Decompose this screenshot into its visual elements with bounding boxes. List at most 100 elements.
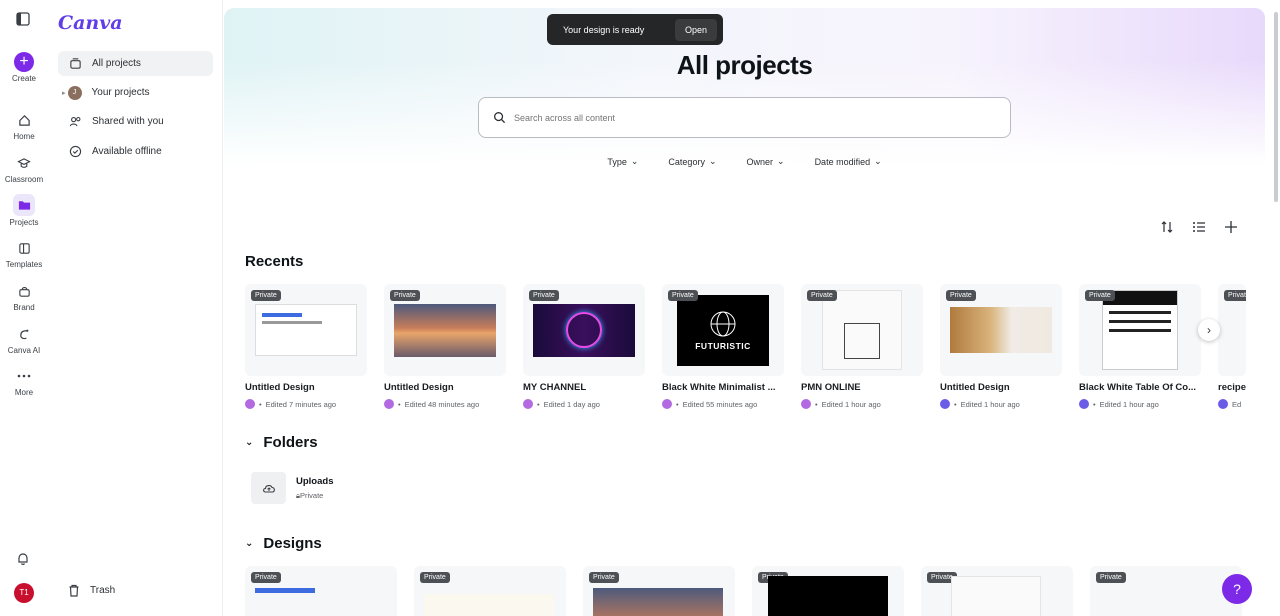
chevron-down-icon: ⌄	[630, 156, 639, 166]
recent-card[interactable]: Private FUTURISTIC Black White Minimalis…	[662, 284, 784, 409]
carousel-next-button[interactable]: ›	[1198, 319, 1220, 341]
owner-avatar	[1079, 399, 1089, 409]
trash-link[interactable]: Trash	[68, 584, 115, 597]
rail-templates[interactable]: Templates	[0, 238, 48, 269]
graduation-cap-icon	[14, 153, 34, 173]
scrollbar[interactable]	[1274, 12, 1278, 202]
more-dots-icon	[14, 366, 34, 386]
chevron-down-icon: ⌄	[777, 156, 785, 166]
sidebar-item-label: All projects	[92, 58, 141, 69]
recent-card[interactable]: Private PMN ONLINE • Edited 1 hour ago	[801, 284, 923, 409]
search-input[interactable]	[514, 112, 994, 123]
projects-sidebar: Canva All projects ▸ J Your projects Sha…	[48, 0, 223, 616]
sidebar-item-your-projects[interactable]: ▸ J Your projects	[58, 80, 213, 105]
card-title: Black White Table Of Co...	[1079, 382, 1197, 393]
caret-right-icon[interactable]: ▸	[62, 89, 66, 97]
help-button[interactable]: ?	[1222, 574, 1252, 604]
design-card[interactable]: Private	[414, 566, 566, 616]
card-title: Untitled Design	[245, 382, 315, 393]
stack-icon	[68, 57, 82, 71]
filter-date-modified[interactable]: Date modified ⌄	[805, 152, 892, 171]
owner-avatar	[801, 399, 811, 409]
chevron-down-icon: ⌄	[708, 156, 717, 166]
rail-canva-ai[interactable]: Canva AI	[0, 324, 48, 355]
sidebar-item-shared[interactable]: Shared with you	[58, 109, 213, 134]
rail-more[interactable]: More	[0, 366, 48, 397]
design-thumbnail: Private FUTURISTIC	[662, 284, 784, 376]
user-avatar[interactable]: T1	[14, 583, 34, 603]
toast-open-button[interactable]: Open	[674, 19, 717, 41]
rail-home-label: Home	[13, 132, 35, 141]
recent-card[interactable]: Private Untitled Design • Edited 48 minut…	[384, 284, 506, 409]
recent-card[interactable]: Private recipe Ed	[1218, 284, 1246, 409]
design-ready-toast: Your design is ready Open	[547, 14, 723, 45]
bell-icon[interactable]	[16, 552, 30, 571]
card-meta: Edited 1 hour ago	[1099, 399, 1159, 409]
private-badge: Private	[251, 290, 281, 301]
card-meta: Edited 1 hour ago	[821, 399, 881, 409]
sidebar-item-label: Your projects	[91, 87, 150, 98]
private-badge: Private	[1085, 290, 1115, 301]
filter-category[interactable]: Category ⌄	[658, 152, 726, 171]
brand-icon	[14, 281, 34, 301]
design-card[interactable]: Private	[921, 566, 1073, 616]
owner-avatar	[940, 399, 950, 409]
designs-list: Private Private Private Private Private …	[245, 566, 1242, 616]
view-tools	[1160, 220, 1238, 234]
design-thumbnail: Private	[245, 284, 367, 376]
rail-classroom[interactable]: Classroom	[0, 153, 48, 184]
sidebar-item-offline[interactable]: Available offline	[58, 139, 213, 164]
folders-heading[interactable]: ⌄ Folders	[245, 434, 318, 451]
filter-owner[interactable]: Owner ⌄	[737, 152, 795, 171]
rail-brand[interactable]: Brand	[0, 281, 48, 312]
owner-avatar	[523, 399, 533, 409]
private-badge: Private	[1096, 572, 1126, 583]
card-meta: Edited 7 minutes ago	[265, 399, 337, 409]
add-icon[interactable]	[1224, 220, 1238, 234]
chevron-down-icon: ⌄	[245, 437, 254, 448]
design-card[interactable]: Private	[583, 566, 735, 616]
canva-logo[interactable]: Canva	[58, 12, 123, 34]
design-card[interactable]: Private	[752, 566, 904, 616]
designs-heading[interactable]: ⌄ Designs	[245, 535, 322, 552]
chevron-right-icon: ›	[1207, 323, 1211, 337]
owner-avatar	[245, 399, 255, 409]
private-badge: Private	[420, 572, 450, 583]
card-meta: Edited 48 minutes ago	[404, 399, 480, 409]
search-box[interactable]	[478, 97, 1011, 138]
sort-icon[interactable]	[1160, 220, 1174, 234]
filter-type[interactable]: Type ⌄	[597, 152, 648, 171]
page-title: All projects	[676, 50, 813, 80]
rail-more-label: More	[14, 388, 34, 397]
design-card[interactable]: Private	[1090, 566, 1242, 616]
private-badge: Private	[589, 572, 619, 583]
private-badge: Private	[946, 290, 976, 301]
recent-card[interactable]: Private Black White Table Of Co... • Edit…	[1079, 284, 1201, 409]
recent-card[interactable]: Private Untitled Design • Edited 1 hour a…	[940, 284, 1062, 409]
recent-card[interactable]: Private MY CHANNEL • Edited 1 day ago	[523, 284, 645, 409]
design-card[interactable]: Private	[245, 566, 397, 616]
sidebar-item-label: Shared with you	[92, 116, 164, 127]
owner-avatar	[1218, 399, 1228, 409]
list-view-icon[interactable]	[1192, 220, 1206, 234]
card-title: MY CHANNEL	[523, 382, 587, 393]
rail-classroom-label: Classroom	[4, 175, 44, 184]
trash-icon	[68, 584, 80, 597]
plus-icon: +	[14, 52, 34, 72]
sidebar-toggle-icon[interactable]	[16, 12, 32, 28]
rail-home[interactable]: Home	[0, 110, 48, 141]
main-content: Your design is ready Open All projects T…	[224, 0, 1280, 616]
card-meta: Edited 1 day ago	[543, 399, 600, 409]
folder-name: Uploads	[296, 475, 334, 487]
card-title: Untitled Design	[940, 382, 1010, 393]
rail-projects[interactable]: Projects	[0, 194, 48, 227]
rail-create[interactable]: + Create	[0, 52, 48, 83]
people-icon	[68, 115, 82, 129]
card-meta: Edited 55 minutes ago	[682, 399, 758, 409]
design-thumbnail: Private	[1079, 284, 1201, 376]
card-title: Black White Minimalist ...	[662, 382, 776, 393]
recent-card[interactable]: Private Untitled Design • Edited 7 minute…	[245, 284, 367, 409]
design-thumbnail: Private	[523, 284, 645, 376]
sidebar-item-all-projects[interactable]: All projects	[58, 51, 213, 76]
folder-uploads[interactable]: Uploads 🔒︎Private	[251, 472, 333, 504]
